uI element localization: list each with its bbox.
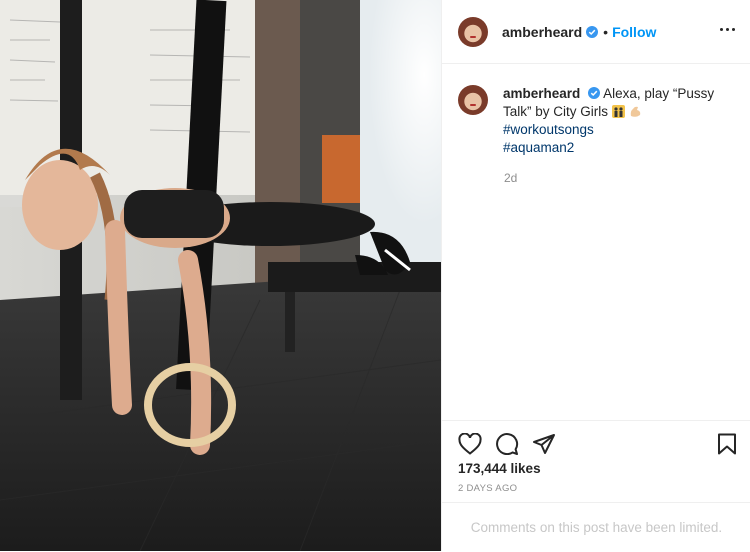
comments-limited-notice: Comments on this post have been limited. xyxy=(442,502,750,552)
post-header: amberheard • Follow xyxy=(442,0,750,64)
dancers-emoji-icon xyxy=(611,105,625,118)
caption-body: amberheard Alexa, play “Pussy Talk” by C… xyxy=(503,85,734,157)
verified-badge-icon xyxy=(586,25,599,38)
hashtag-link[interactable]: #workoutsongs xyxy=(503,122,594,137)
post-photo[interactable] xyxy=(0,0,441,551)
avatar-detail xyxy=(470,104,476,106)
bookmark-icon[interactable] xyxy=(717,433,737,455)
share-icon[interactable] xyxy=(532,433,556,455)
verified-badge-icon xyxy=(588,87,601,99)
separator-dot: • xyxy=(603,23,609,40)
more-options-icon[interactable] xyxy=(720,24,736,38)
comment-icon[interactable] xyxy=(495,433,519,455)
workout-photo-illustration xyxy=(0,0,441,551)
instagram-post: amberheard • Follow amberheard Alexa, pl… xyxy=(0,0,750,551)
caption-time: 2d xyxy=(504,171,518,185)
hashtag-link[interactable]: #aquaman2 xyxy=(503,140,574,155)
caption-avatar[interactable] xyxy=(458,85,488,115)
follow-button[interactable]: Follow xyxy=(612,24,656,40)
caption-username[interactable]: amberheard xyxy=(503,86,580,101)
avatar-image xyxy=(458,16,488,47)
action-bar: 173,444 likes 2 DAYS AGO xyxy=(442,420,750,494)
avatar-detail xyxy=(470,35,476,38)
author-username[interactable]: amberheard xyxy=(502,24,582,40)
post-timestamp[interactable]: 2 DAYS AGO xyxy=(442,483,750,494)
flexed-biceps-emoji-icon xyxy=(630,106,640,117)
action-icons xyxy=(442,421,750,465)
post-sidebar: amberheard • Follow amberheard Alexa, pl… xyxy=(441,0,750,551)
heart-icon[interactable] xyxy=(458,433,482,455)
avatar-image xyxy=(458,85,488,115)
author-avatar[interactable] xyxy=(458,16,488,47)
post-caption: amberheard Alexa, play “Pussy Talk” by C… xyxy=(442,64,750,157)
